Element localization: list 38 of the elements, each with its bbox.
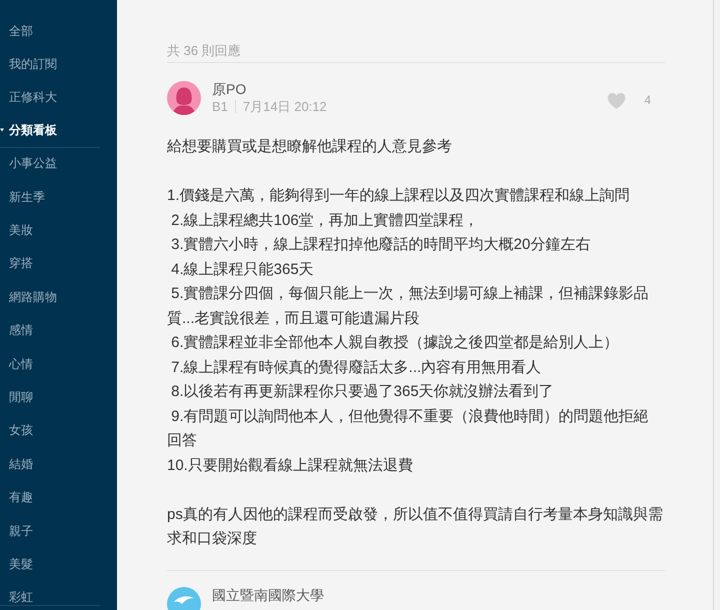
sidebar-item[interactable]: 感情	[0, 314, 100, 347]
post-text-line: 8.以後若有再更新課程你只要過了365天你就沒辦法看到了	[170, 382, 555, 402]
sidebar-item[interactable]: 女孩	[0, 414, 100, 448]
sidebar-item[interactable]: 美髮	[0, 547, 100, 581]
sidebar-item[interactable]: 穿搭	[0, 246, 100, 280]
sidebar-item[interactable]: 全部	[0, 14, 100, 48]
sidebar-item[interactable]: 網路購物	[0, 280, 100, 314]
sidebar-section-title[interactable]: 分類看板	[9, 121, 57, 140]
sidebar-item[interactable]: 我的訂閱	[0, 47, 100, 81]
sidebar-item[interactable]: 親子	[0, 514, 100, 548]
post-text-line: 4.線上課程只能365天	[170, 260, 315, 280]
post-text-line: 9.有問題可以詢問他本人，但他覺得不重要（浪費他時間）的問題他拒絕回答	[167, 406, 650, 451]
floor-number: B1	[212, 98, 228, 115]
post-text-line: 2.線上課程總共106堂，再加上實體四堂課程，	[170, 210, 480, 230]
sidebar-item[interactable]: 美妝	[0, 213, 100, 247]
post-text-line: 3.實體六小時，線上課程扣掉他廢話的時間平均大概20分鐘左右	[170, 235, 592, 255]
post-text-line: 給想要購買或是想瞭解他課程的人意見參考	[167, 137, 453, 157]
post-text-line: 5.實體課分四個，每個只能上一次，無法到場可線上補課，但補課錄影品質...老實說很差，而且還可能遺漏片段	[167, 284, 650, 328]
post-text-line: 7.線上課程有時候真的覺得廢話太多...內容有用無用看人	[170, 358, 542, 378]
sidebar-item[interactable]: 有趣	[0, 480, 100, 514]
sidebar-item[interactable]: 結婚	[0, 447, 100, 480]
sidebar-item[interactable]: 閒聊	[0, 380, 100, 414]
post-time: 7月14日 20:12	[242, 98, 327, 115]
sidebar-item[interactable]: 新生季	[0, 180, 100, 214]
post-text-line: ps真的有人因他的課程而受啟發，所以值不值得買請自行考量本身知識與需求和口袋深度	[167, 504, 663, 549]
reply-count: 共 36 則回應	[167, 43, 665, 63]
caret-icon[interactable]	[0, 128, 4, 132]
author-name[interactable]: 原PO	[212, 81, 246, 98]
avatar-icon	[167, 81, 201, 115]
author-name[interactable]: 國立暨南國際大學	[212, 586, 324, 604]
sidebar-item[interactable]: 彩虹	[0, 580, 100, 605]
post-text-line: 10.只要開始觀看線上課程就無法退費	[167, 456, 414, 476]
sidebar-item[interactable]: 正修科大	[0, 80, 100, 114]
like-count: 4	[644, 92, 651, 109]
post-text-line: 1.價錢是六萬，能夠得到一年的線上課程以及四次實體課程和線上詢問	[167, 186, 631, 206]
sidebar-item[interactable]: 心情	[0, 346, 100, 380]
sidebar-item[interactable]: 小事公益	[0, 146, 100, 180]
post-text-line: 6.實體課程並非全部他本人親自教授（據說之後四堂都是給別人上）	[170, 333, 620, 353]
